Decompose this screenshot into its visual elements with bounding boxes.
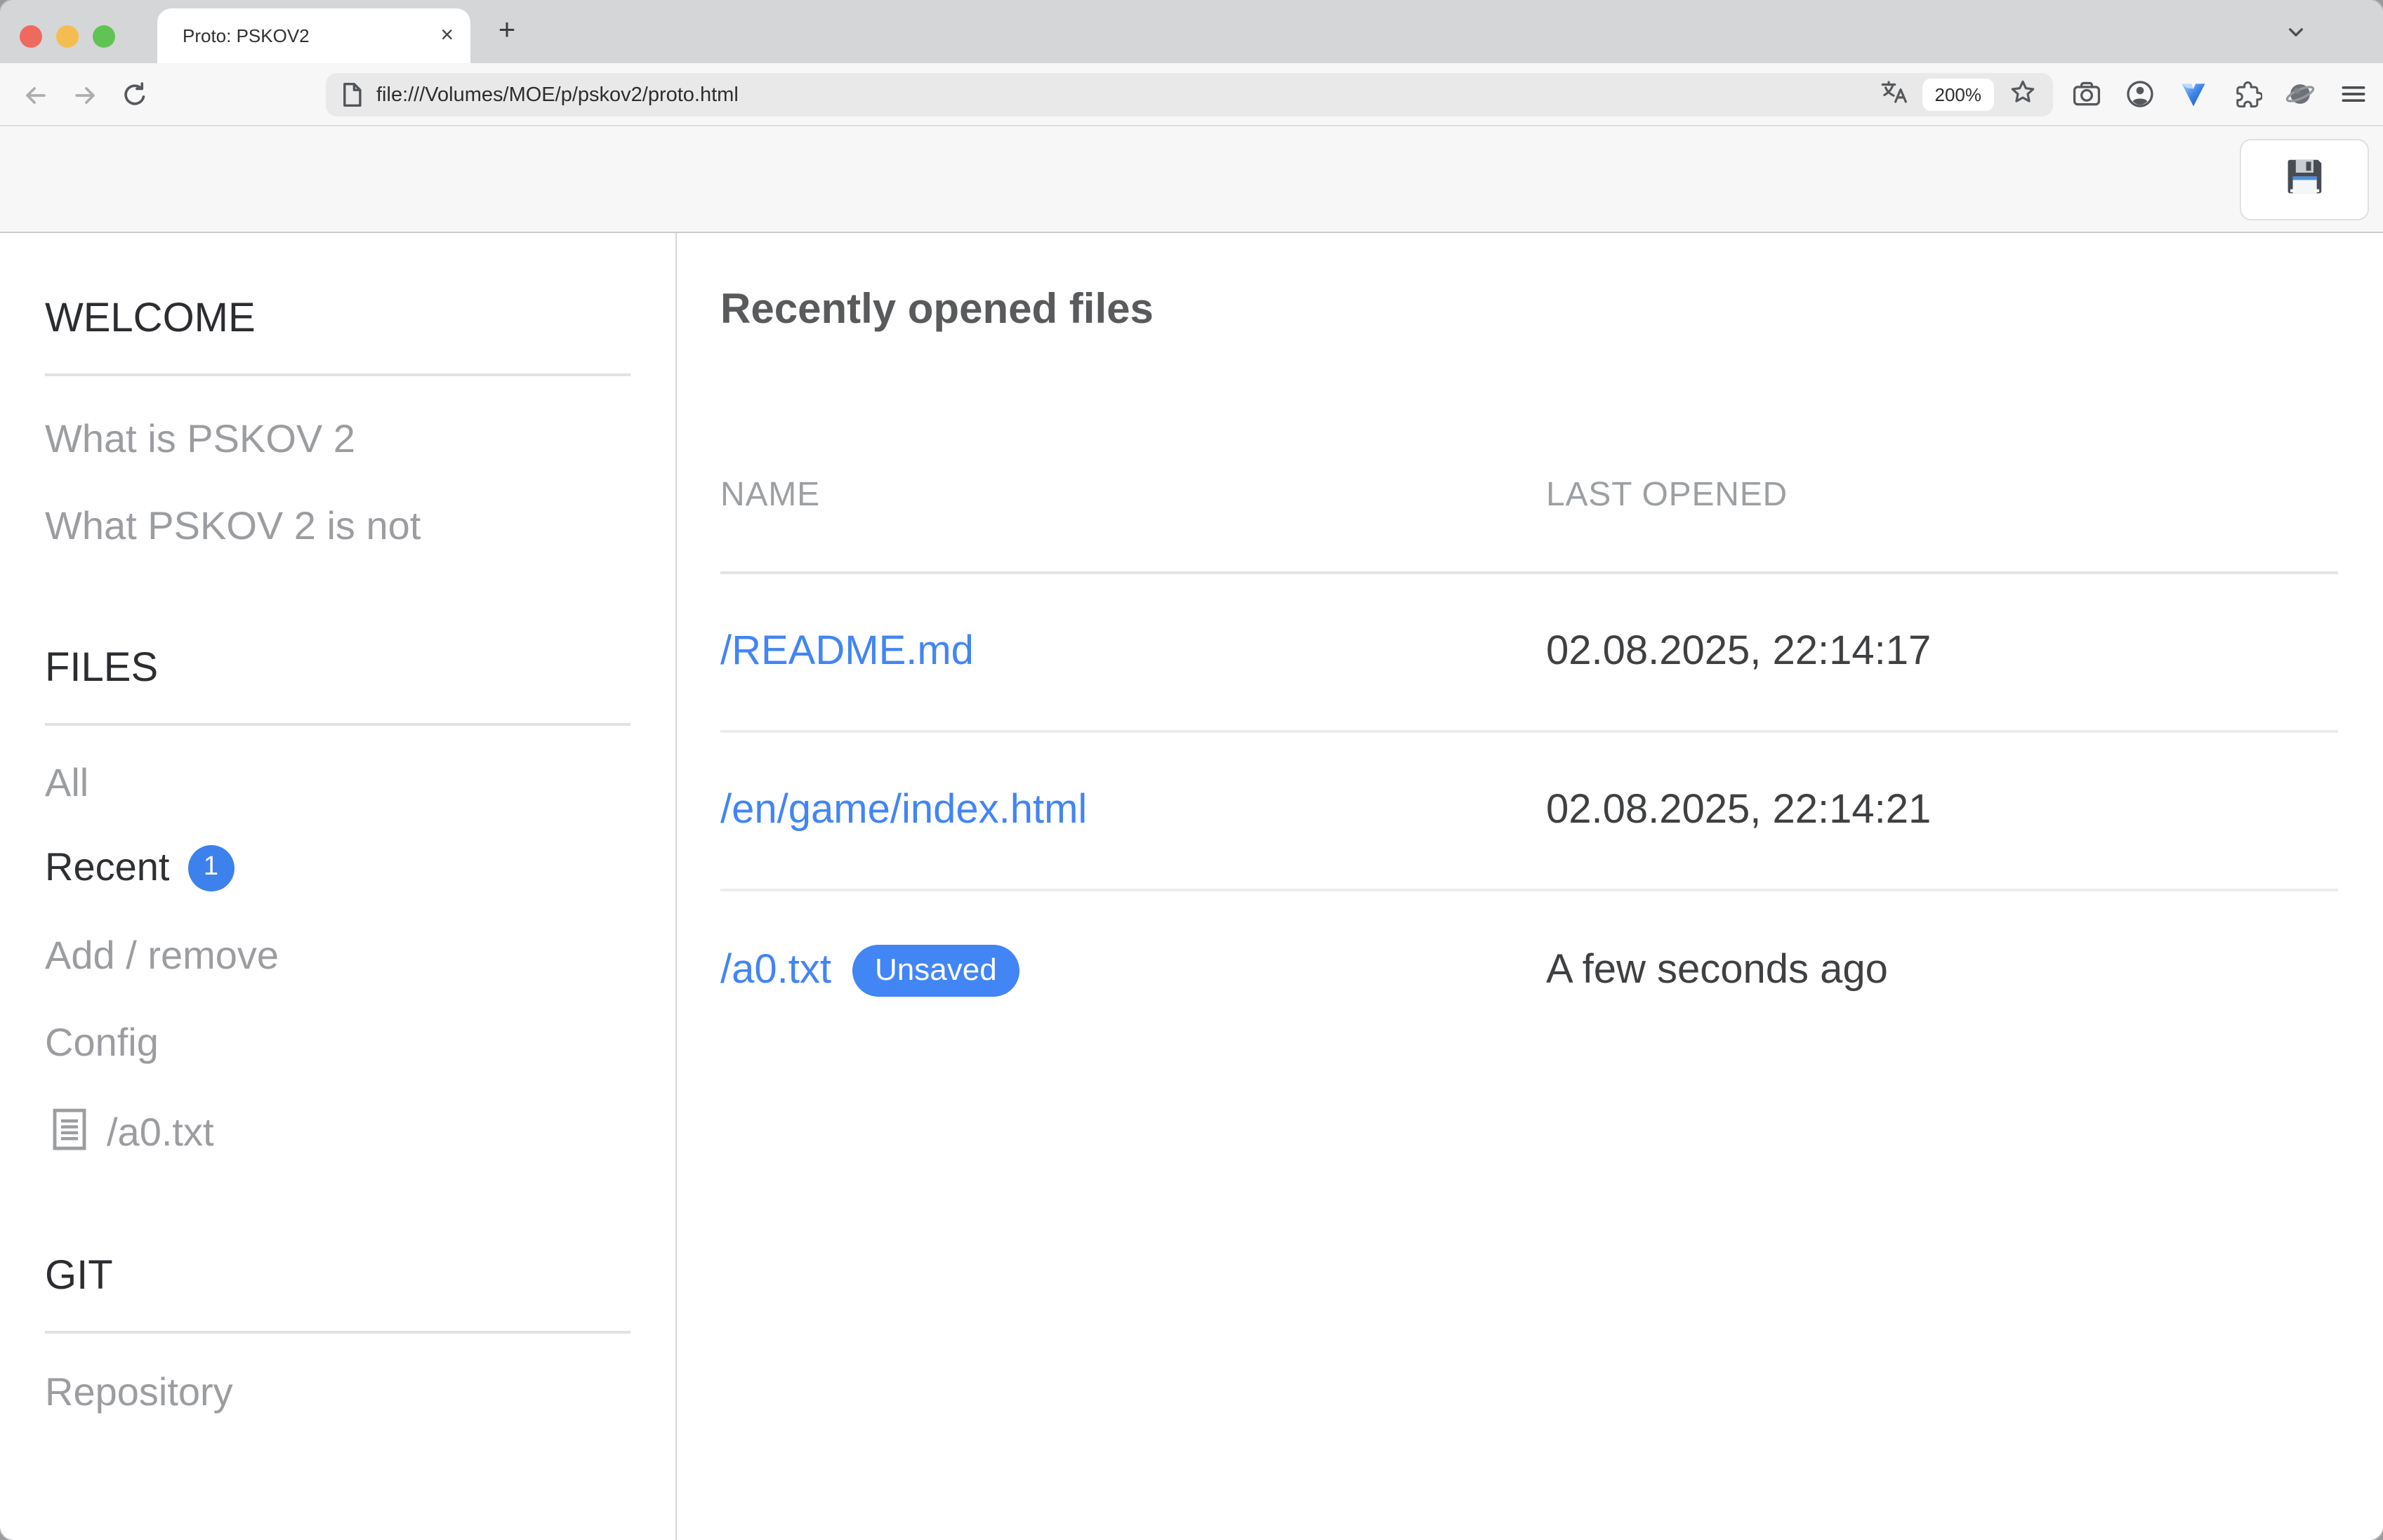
column-header-last-opened: LAST OPENED: [1546, 476, 2338, 571]
column-header-name: NAME: [720, 476, 1546, 571]
camera-icon[interactable]: [2070, 77, 2104, 111]
file-link-index-html[interactable]: /en/game/index.html: [720, 788, 1087, 834]
sidebar-item-config[interactable]: Config: [45, 1019, 631, 1067]
sidebar-item-repository[interactable]: Repository: [45, 1369, 631, 1416]
sidebar-item-recent-label: Recent: [45, 844, 169, 891]
divider: [45, 723, 631, 726]
tab-close-icon[interactable]: ×: [440, 25, 454, 47]
page-title: Recently opened files: [720, 285, 2338, 336]
browser-toolbar: file:///Volumes/MOE/p/pskov2/proto.html …: [0, 63, 2383, 126]
main-panel: Recently opened files NAME LAST OPENED /…: [677, 233, 2383, 1540]
last-opened-value: 02.08.2025, 22:14:21: [1546, 788, 2338, 834]
sidebar-section-files: FILES: [45, 644, 631, 693]
sidebar-item-a0-label: /a0.txt: [107, 1109, 214, 1157]
unsaved-badge: Unsaved: [852, 945, 1019, 997]
table-row: /en/game/index.html 02.08.2025, 22:14:21: [720, 733, 2338, 891]
forward-icon[interactable]: [67, 77, 104, 114]
window-controls: [20, 25, 115, 48]
browser-tab[interactable]: Proto: PSKOV2 ×: [157, 8, 470, 63]
translate-icon[interactable]: [1879, 77, 1908, 113]
sidebar-item-add-remove[interactable]: Add / remove: [45, 932, 631, 980]
bookmark-star-icon[interactable]: [2008, 77, 2038, 113]
divider: [45, 1331, 631, 1334]
file-document-icon: [340, 81, 364, 108]
planet-extension-icon[interactable]: [2283, 77, 2317, 111]
page-content: WELCOME What is PSKOV 2 What PSKOV 2 is …: [0, 126, 2383, 1540]
menu-icon[interactable]: [2337, 77, 2370, 111]
file-link-a0-txt[interactable]: /a0.txt: [720, 948, 831, 994]
recent-count-badge: 1: [187, 844, 234, 891]
close-window-button[interactable]: [20, 25, 42, 48]
reload-icon[interactable]: [117, 77, 153, 114]
sidebar-item-all[interactable]: All: [45, 759, 631, 807]
document-icon: [52, 1108, 87, 1158]
save-button[interactable]: [2240, 139, 2369, 220]
minimize-window-button[interactable]: [56, 25, 79, 48]
puzzle-extensions-icon[interactable]: [2230, 77, 2264, 111]
sidebar-item-recent[interactable]: Recent 1: [45, 844, 631, 891]
address-bar[interactable]: file:///Volumes/MOE/p/pskov2/proto.html …: [326, 73, 2053, 117]
v-gem-extension-icon[interactable]: [2177, 77, 2210, 111]
tab-title: Proto: PSKOV2: [183, 25, 440, 46]
sidebar-section-welcome: WELCOME: [45, 295, 631, 344]
divider: [45, 373, 631, 376]
new-tab-button[interactable]: +: [486, 10, 528, 52]
url-text[interactable]: file:///Volumes/MOE/p/pskov2/proto.html: [376, 84, 1879, 106]
sidebar-item-a0-file[interactable]: /a0.txt: [52, 1108, 631, 1158]
tab-search-chevron-icon[interactable]: [2278, 14, 2314, 51]
tab-strip: Proto: PSKOV2 × +: [0, 0, 2383, 63]
sidebar-item-what-pskov2-is-not[interactable]: What PSKOV 2 is not: [45, 503, 631, 550]
back-icon[interactable]: [17, 77, 53, 114]
file-link-readme[interactable]: /README.md: [720, 629, 974, 675]
sidebar: WELCOME What is PSKOV 2 What PSKOV 2 is …: [0, 233, 677, 1540]
sidebar-section-git: GIT: [45, 1252, 631, 1301]
page-header-bar: [0, 126, 2383, 233]
table-header: NAME LAST OPENED: [720, 466, 2338, 574]
table-row: /a0.txt Unsaved A few seconds ago: [720, 891, 2338, 1050]
floppy-disk-icon: [2283, 154, 2326, 205]
table-row: /README.md 02.08.2025, 22:14:17: [720, 574, 2338, 733]
last-opened-value: A few seconds ago: [1546, 948, 2338, 994]
profile-icon[interactable]: [2123, 77, 2157, 111]
last-opened-value: 02.08.2025, 22:14:17: [1546, 629, 2338, 675]
zoom-window-button[interactable]: [93, 25, 115, 48]
sidebar-item-what-is-pskov2[interactable]: What is PSKOV 2: [45, 416, 631, 463]
browser-window: Proto: PSKOV2 × + file:///Volumes/MOE/p/…: [0, 0, 2383, 1540]
zoom-level-chip[interactable]: 200%: [1922, 79, 1995, 111]
